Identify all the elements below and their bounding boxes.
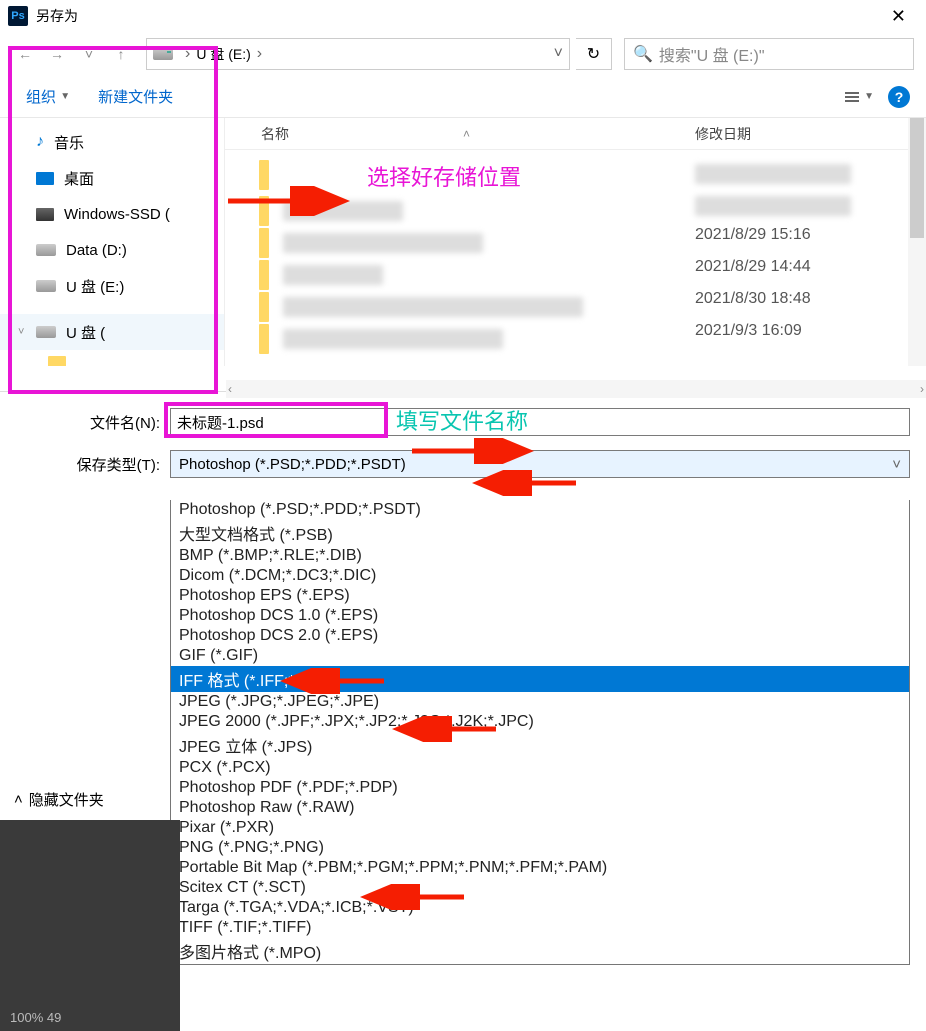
chevron-right-icon: ›	[257, 45, 262, 63]
address-row: ← → ˅ ↑ › U 盘 (E:) › ˅ ↻ 🔍 搜索"U 盘 (E:)"	[0, 32, 926, 76]
file-date: 2021/8/29 15:16	[695, 226, 811, 244]
tree-item-udrive-sel[interactable]: ˅U 盘 (	[0, 314, 224, 350]
filetype-option[interactable]: Photoshop EPS (*.EPS)	[171, 586, 909, 606]
file-date: 2021/9/3 16:09	[695, 322, 802, 340]
titlebar: Ps 另存为 ✕	[0, 0, 926, 32]
filetype-option[interactable]: JPEG 立体 (*.JPS)	[171, 732, 909, 758]
tree-item-data[interactable]: Data (D:)	[0, 232, 224, 268]
filetype-option[interactable]: Photoshop Raw (*.RAW)	[171, 798, 909, 818]
folder-icon	[259, 292, 269, 322]
filetype-dropdown: Photoshop (*.PSD;*.PDD;*.PSDT)大型文档格式 (*.…	[170, 500, 910, 965]
chevron-down-icon[interactable]: ˅	[76, 41, 102, 67]
drive-icon	[36, 244, 56, 256]
status-bar: 100% 49	[0, 820, 180, 1031]
bottom-panel: ˄ 隐藏文件夹 100% 49	[0, 779, 180, 1031]
tree-item-music[interactable]: ♪音乐	[0, 124, 224, 160]
filetype-option[interactable]: TIFF (*.TIF;*.TIFF)	[171, 918, 909, 938]
filetype-option[interactable]: JPEG (*.JPG;*.JPEG;*.JPE)	[171, 692, 909, 712]
chevron-down-icon[interactable]: ˅	[18, 326, 24, 338]
refresh-button[interactable]: ↻	[576, 38, 612, 70]
toolbar: 组织 ▼ 新建文件夹 ▼ ?	[0, 76, 926, 118]
tree-item-desktop[interactable]: 桌面	[0, 160, 224, 196]
tree-item-ssd[interactable]: Windows-SSD (	[0, 196, 224, 232]
address-bar[interactable]: › U 盘 (E:) › ˅	[146, 38, 570, 70]
filetype-option[interactable]: Photoshop DCS 1.0 (*.EPS)	[171, 606, 909, 626]
organize-button[interactable]: 组织 ▼	[18, 82, 78, 111]
col-date[interactable]: 修改日期	[695, 124, 751, 144]
chevron-down-icon: ˅	[892, 456, 901, 473]
close-button[interactable]: ✕	[879, 2, 918, 31]
chevron-down-icon: ▼	[60, 91, 70, 102]
help-button[interactable]: ?	[888, 86, 910, 108]
folder-icon	[48, 356, 66, 366]
folder-tree: ♪音乐 桌面 Windows-SSD ( Data (D:) U 盘 (E:) …	[0, 118, 224, 366]
red-arrow-icon	[272, 668, 402, 694]
drive-icon	[153, 48, 173, 60]
music-icon: ♪	[36, 133, 44, 151]
filetype-option[interactable]: Photoshop DCS 2.0 (*.EPS)	[171, 626, 909, 646]
blurred-date	[695, 196, 851, 216]
search-icon: 🔍	[633, 44, 653, 64]
col-name[interactable]: 名称	[261, 124, 289, 144]
filetype-option[interactable]: 大型文档格式 (*.PSB)	[171, 520, 909, 546]
search-input[interactable]: 🔍 搜索"U 盘 (E:)"	[624, 38, 914, 70]
file-date: 2021/8/30 18:48	[695, 290, 811, 308]
filetype-option[interactable]: PNG (*.PNG;*.PNG)	[171, 838, 909, 858]
forward-button[interactable]: →	[44, 41, 70, 67]
file-date: 2021/8/29 14:44	[695, 258, 811, 276]
address-dropdown-icon[interactable]: ˅	[554, 45, 563, 63]
filetype-option[interactable]: Dicom (*.DCM;*.DC3;*.DIC)	[171, 566, 909, 586]
filetype-option[interactable]: JPEG 2000 (*.JPF;*.JPX;*.JP2;*.J2C;*.J2K…	[171, 712, 909, 732]
chevron-right-icon: ›	[185, 45, 190, 63]
zoom-level: 100% 49	[10, 1010, 61, 1025]
red-arrow-icon	[352, 884, 482, 910]
chevron-up-icon: ˄	[14, 791, 23, 808]
desktop-icon	[36, 172, 54, 185]
drive-icon	[36, 280, 56, 292]
address-text: U 盘 (E:)	[196, 44, 250, 64]
red-arrow-icon	[384, 716, 514, 742]
filetype-option[interactable]: PCX (*.PCX)	[171, 758, 909, 778]
filetype-option[interactable]: 多图片格式 (*.MPO)	[171, 938, 909, 964]
file-list-header: 名称 ˄ 修改日期	[225, 118, 926, 150]
red-arrow-icon	[228, 186, 358, 216]
red-arrow-icon	[412, 438, 542, 464]
file-list: 名称 ˄ 修改日期 选择好存储位置 2021/8/29 15:16 2021/8…	[224, 118, 926, 366]
vertical-scrollbar[interactable]	[908, 118, 926, 366]
filetype-option[interactable]: GIF (*.GIF)	[171, 646, 909, 666]
tree-item-udrive[interactable]: U 盘 (E:)	[0, 268, 224, 304]
tree-subfolder[interactable]	[0, 350, 224, 366]
filename-label: 文件名(N):	[16, 412, 170, 433]
content-area: ♪音乐 桌面 Windows-SSD ( Data (D:) U 盘 (E:) …	[0, 118, 926, 366]
filetype-label: 保存类型(T):	[16, 454, 170, 475]
sort-icon: ˄	[463, 127, 470, 141]
folder-icon	[259, 228, 269, 258]
filetype-option[interactable]: Scitex CT (*.SCT)	[171, 878, 909, 898]
filetype-option[interactable]: Photoshop (*.PSD;*.PDD;*.PSDT)	[171, 500, 909, 520]
filetype-option[interactable]: Portable Bit Map (*.PBM;*.PGM;*.PPM;*.PN…	[171, 858, 909, 878]
back-button[interactable]: ←	[12, 41, 38, 67]
annotation-fill-filename: 填写文件名称	[396, 404, 528, 436]
photoshop-app-icon: Ps	[8, 6, 28, 26]
filename-input[interactable]	[170, 408, 910, 436]
view-mode-button[interactable]: ▼	[845, 91, 874, 102]
up-button[interactable]: ↑	[108, 41, 134, 67]
filetype-option[interactable]: Photoshop PDF (*.PDF;*.PDP)	[171, 778, 909, 798]
filetype-option[interactable]: Targa (*.TGA;*.VDA;*.ICB;*.VST)	[171, 898, 909, 918]
ssd-icon	[36, 208, 54, 221]
folder-icon	[259, 324, 269, 354]
new-folder-button[interactable]: 新建文件夹	[90, 82, 181, 111]
filetype-option[interactable]: Pixar (*.PXR)	[171, 818, 909, 838]
drive-icon	[36, 326, 56, 338]
annotation-choose-location: 选择好存储位置	[367, 160, 521, 192]
window-title: 另存为	[36, 6, 78, 26]
blurred-date	[695, 164, 851, 184]
filetype-option[interactable]: BMP (*.BMP;*.RLE;*.DIB)	[171, 546, 909, 566]
folder-icon	[259, 260, 269, 290]
hide-folders-button[interactable]: ˄ 隐藏文件夹	[0, 779, 180, 820]
explorer-area: ← → ˅ ↑ › U 盘 (E:) › ˅ ↻ 🔍 搜索"U 盘 (E:)" …	[0, 32, 926, 392]
red-arrow-icon	[464, 470, 594, 496]
search-placeholder: 搜索"U 盘 (E:)"	[659, 42, 765, 66]
